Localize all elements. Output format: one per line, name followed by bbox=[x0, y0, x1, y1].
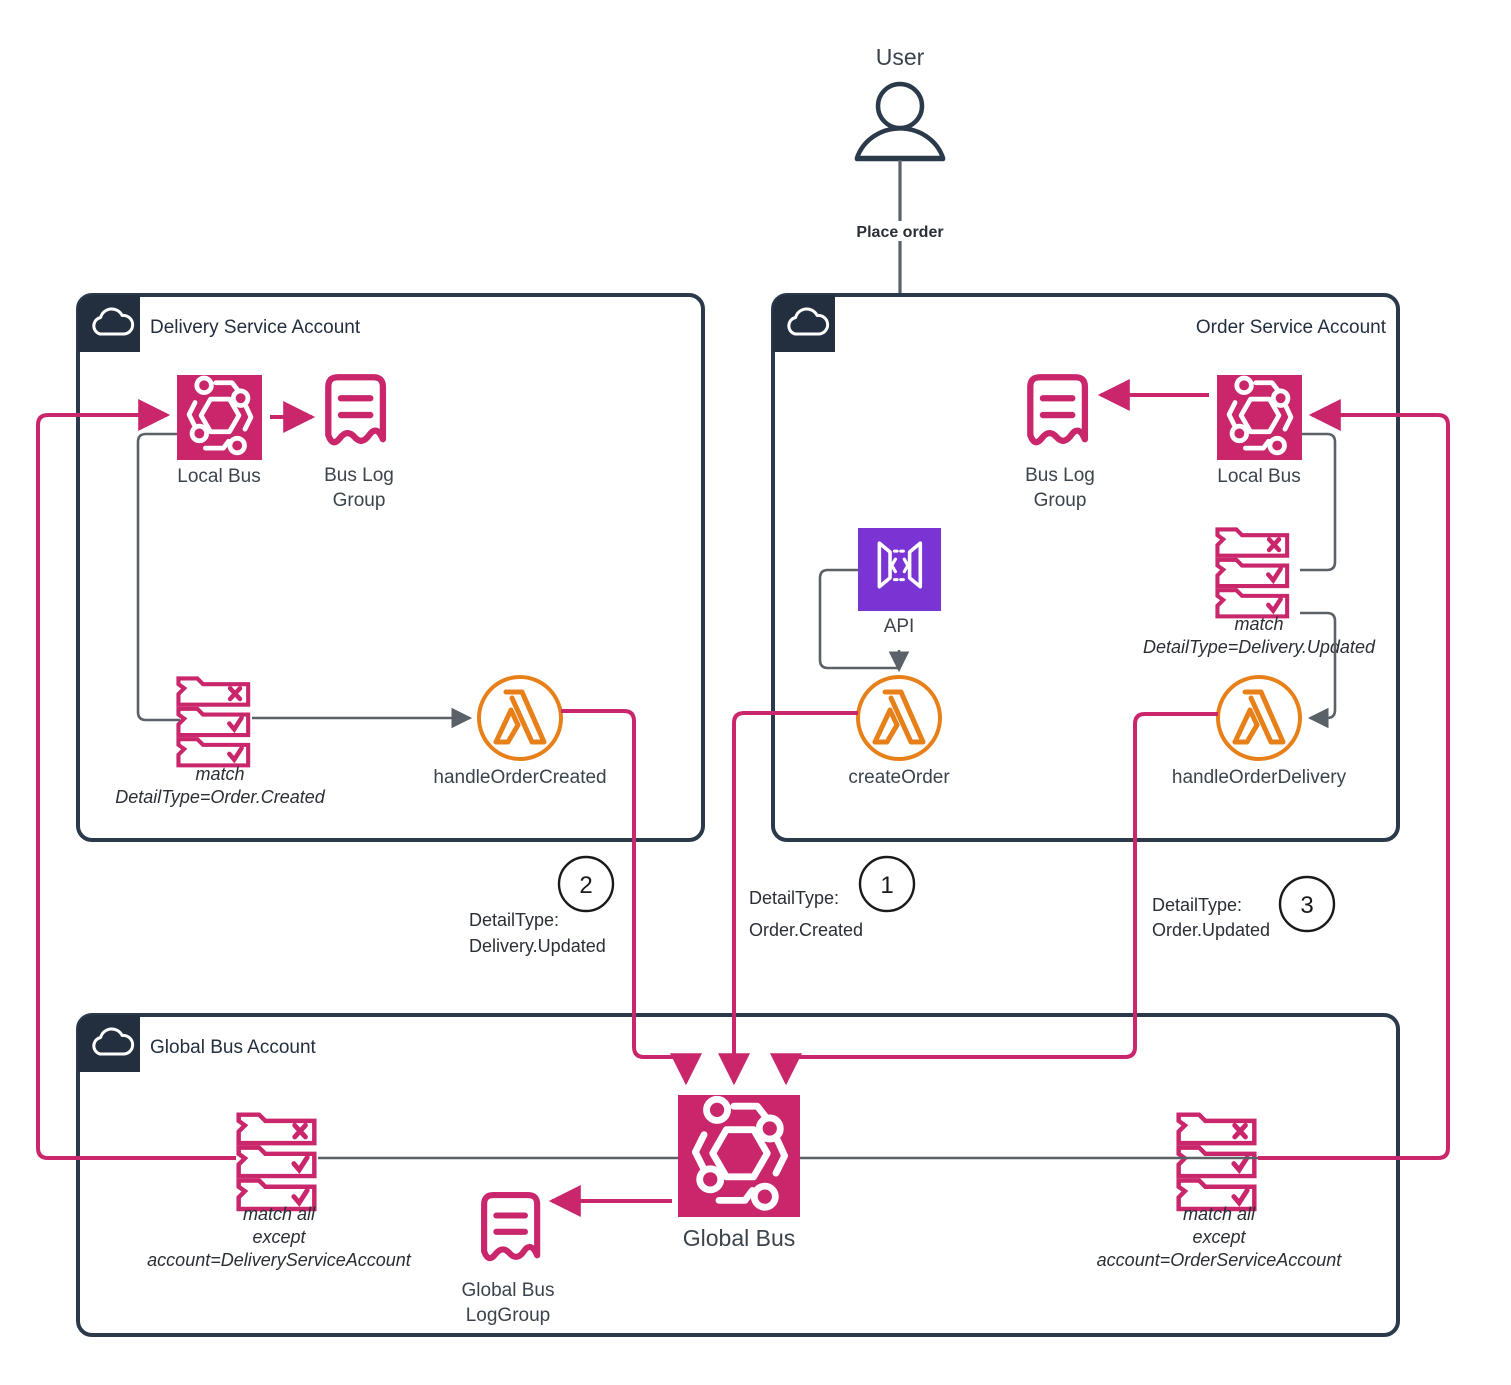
account-title-global: Global Bus Account bbox=[150, 1037, 317, 1058]
node-order-local-bus[interactable]: Local Bus bbox=[1217, 375, 1302, 487]
step-number-2: 2 bbox=[579, 872, 592, 899]
node-label-create-order: createOrder bbox=[848, 767, 950, 788]
node-label-delivery-log-1: Bus Log bbox=[324, 465, 394, 486]
global-rule-right-1: match all bbox=[1183, 1204, 1256, 1224]
rule-label-delivery-1: match bbox=[195, 764, 244, 784]
user-head-icon bbox=[875, 81, 925, 131]
step-label-2-line1: DetailType: bbox=[469, 910, 559, 930]
step-number-3: 3 bbox=[1300, 892, 1313, 919]
global-rule-left-1: match all bbox=[243, 1204, 316, 1224]
global-log-2: LogGroup bbox=[466, 1305, 551, 1326]
place-order-label: Place order bbox=[856, 224, 943, 241]
global-rule-left-3: account=DeliveryServiceAccount bbox=[147, 1250, 412, 1270]
architecture-diagram: User Place order Delivery Service Accoun… bbox=[36, 44, 1450, 1337]
step-badge-1: 1 DetailType: Order.Created bbox=[749, 855, 916, 940]
node-label-delivery-log-2: Group bbox=[333, 490, 386, 511]
step-label-2-line2: Delivery.Updated bbox=[469, 936, 606, 956]
node-label-order-log-1: Bus Log bbox=[1025, 465, 1095, 486]
step-label-3-line1: DetailType: bbox=[1152, 895, 1242, 915]
account-title-delivery: Delivery Service Account bbox=[150, 317, 361, 338]
step-label-1-line1: DetailType: bbox=[749, 888, 839, 908]
global-rule-right-3: account=OrderServiceAccount bbox=[1097, 1250, 1343, 1270]
node-global-bus[interactable]: Global Bus bbox=[678, 1095, 800, 1251]
node-delivery-local-bus[interactable]: Local Bus bbox=[177, 375, 262, 487]
global-rule-left-2: except bbox=[252, 1227, 306, 1247]
rule-label-order-2: DetailType=Delivery.Updated bbox=[1143, 637, 1376, 657]
step-number-1: 1 bbox=[880, 872, 893, 899]
global-log-1: Global Bus bbox=[462, 1280, 555, 1301]
global-rule-right-2: except bbox=[1192, 1227, 1246, 1247]
rule-label-delivery-2: DetailType=Order.Created bbox=[115, 787, 326, 807]
step-badge-3: 3 DetailType: Order.Updated bbox=[1152, 875, 1336, 940]
node-label-handle-order-delivery: handleOrderDelivery bbox=[1172, 767, 1347, 788]
user-label: User bbox=[876, 44, 925, 70]
node-label-handle-order-created: handleOrderCreated bbox=[433, 767, 606, 788]
account-delivery-service: Delivery Service Account bbox=[76, 293, 705, 842]
step-badge-2: 2 DetailType: Delivery.Updated bbox=[469, 855, 615, 956]
node-label-api: API bbox=[884, 616, 915, 637]
account-title-order: Order Service Account bbox=[1196, 317, 1387, 338]
user-actor: User bbox=[854, 44, 946, 162]
user-body-icon bbox=[854, 126, 946, 161]
rule-label-order-1: match bbox=[1234, 614, 1283, 634]
node-label-delivery-local-bus: Local Bus bbox=[177, 466, 260, 487]
node-label-order-local-bus: Local Bus bbox=[1217, 466, 1300, 487]
node-label-order-log-2: Group bbox=[1034, 490, 1087, 511]
step-label-3-line2: Order.Updated bbox=[1152, 920, 1270, 940]
step-label-1-line2: Order.Created bbox=[749, 920, 863, 940]
node-label-global-bus: Global Bus bbox=[683, 1225, 796, 1251]
